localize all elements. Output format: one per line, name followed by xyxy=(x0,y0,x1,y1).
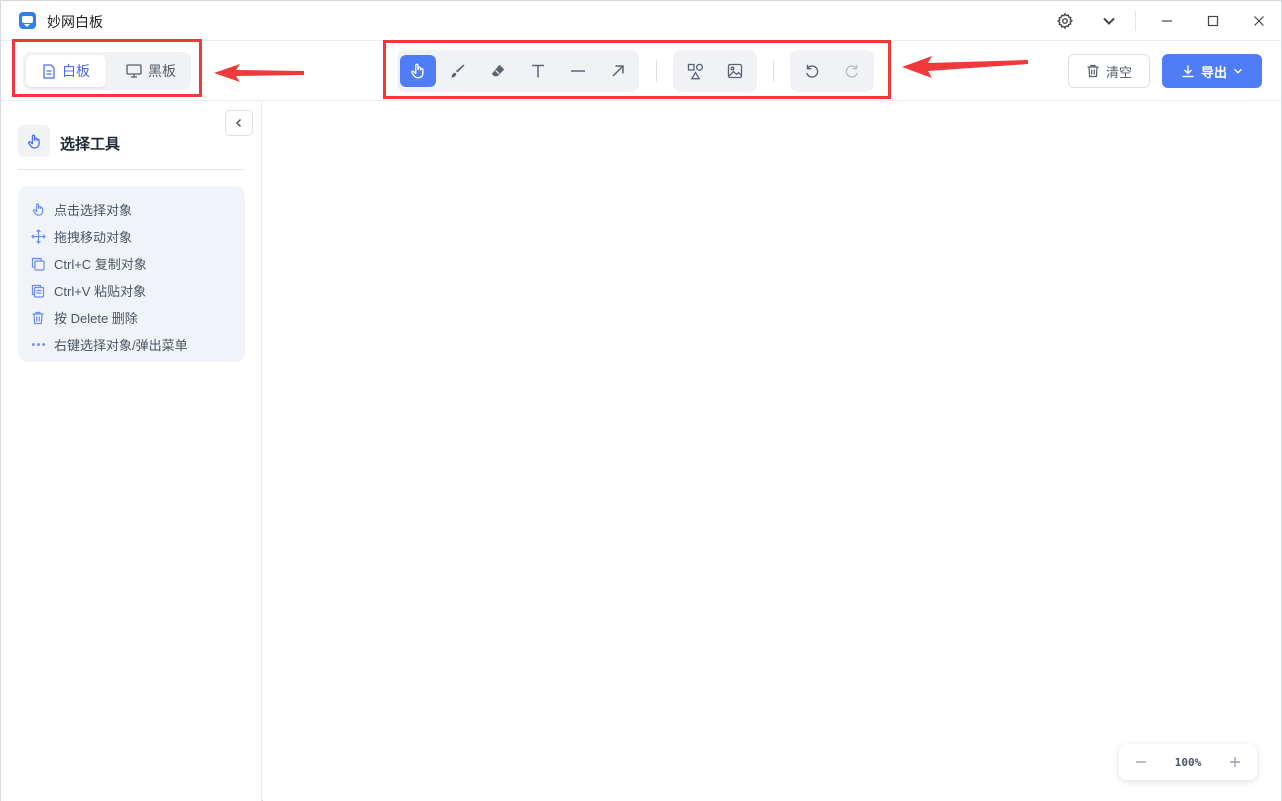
minimize-button[interactable] xyxy=(1152,7,1182,35)
select-tool-button[interactable] xyxy=(400,55,436,87)
drawing-tools-group xyxy=(397,50,639,92)
app-logo-icon xyxy=(19,12,36,29)
redo-icon xyxy=(845,64,858,78)
list-item: 拖拽移动对象 xyxy=(30,223,245,250)
line-tool-button[interactable] xyxy=(560,55,596,87)
current-tool-icon-box xyxy=(18,125,50,157)
redo-button[interactable] xyxy=(834,55,870,87)
tip-text: 拖拽移动对象 xyxy=(54,230,133,245)
list-item: Ctrl+V 粘贴对象 xyxy=(30,277,245,304)
zoom-level: 100% xyxy=(1174,755,1202,769)
close-button[interactable] xyxy=(1244,7,1274,35)
tip-text: Ctrl+C 复制对象 xyxy=(54,257,147,272)
brush-tool-button[interactable] xyxy=(440,55,476,87)
undo-icon xyxy=(806,64,819,78)
paste-icon xyxy=(31,284,45,298)
app-title: 妙网白板 xyxy=(47,14,103,30)
hand-pointer-icon xyxy=(32,203,43,216)
export-label: 导出 xyxy=(1200,64,1227,80)
arrow-tool-button[interactable] xyxy=(600,55,636,87)
download-icon xyxy=(1182,65,1194,78)
monitor-icon xyxy=(126,64,142,78)
move-icon xyxy=(30,229,46,244)
toolbar-divider xyxy=(773,60,774,82)
hand-pointer-icon xyxy=(411,63,424,79)
zoom-out-button[interactable] xyxy=(1131,752,1151,772)
maximize-icon xyxy=(1207,15,1219,27)
chevron-left-icon xyxy=(235,118,242,128)
text-tool-button[interactable] xyxy=(520,55,556,87)
more-icon xyxy=(31,343,45,346)
sidebar-divider xyxy=(18,169,245,170)
export-button[interactable]: 导出 xyxy=(1162,54,1262,88)
tip-text: 右键选择对象/弹出菜单 xyxy=(54,338,188,353)
list-item: Ctrl+C 复制对象 xyxy=(30,250,245,277)
tip-text: Ctrl+V 粘贴对象 xyxy=(54,284,147,299)
mode-switcher: 白板 黑板 xyxy=(23,52,191,90)
main-toolbar: 白板 黑板 清空 导出 xyxy=(1,41,1281,101)
image-icon xyxy=(727,63,743,79)
eraser-icon xyxy=(491,64,505,77)
hand-pointer-icon xyxy=(27,133,40,149)
line-icon xyxy=(571,70,585,72)
tool-tips-panel: 点击选择对象 拖拽移动对象 Ctrl+C 复制对象 Ctrl+V 粘贴对象 按 … xyxy=(18,186,245,362)
text-icon xyxy=(532,64,544,78)
maximize-button[interactable] xyxy=(1198,7,1228,35)
title-separator xyxy=(1135,11,1136,31)
blackboard-mode-label: 黑板 xyxy=(148,63,176,79)
insert-tools-group xyxy=(673,50,757,92)
clear-label: 清空 xyxy=(1105,64,1132,80)
trash-icon xyxy=(1087,64,1099,78)
gear-icon xyxy=(1057,12,1074,30)
document-icon xyxy=(43,63,55,79)
eraser-tool-button[interactable] xyxy=(480,55,516,87)
arrow-icon xyxy=(612,65,624,77)
zoom-in-button[interactable] xyxy=(1225,752,1245,772)
chevron-down-icon xyxy=(1233,68,1243,74)
current-tool-title: 选择工具 xyxy=(60,136,121,153)
clear-button[interactable]: 清空 xyxy=(1068,54,1150,88)
history-tools-group xyxy=(790,50,874,92)
dropdown-button[interactable] xyxy=(1094,7,1124,35)
trash-icon xyxy=(32,311,44,324)
whiteboard-mode-label: 白板 xyxy=(62,63,90,79)
list-item: 按 Delete 删除 xyxy=(30,304,245,331)
app-window: 妙网白板 白板 黑板 清空 导出 选择工具 点击选择对象 拖拽移动对象 Ctrl… xyxy=(0,0,1282,801)
list-item: 点击选择对象 xyxy=(30,196,245,223)
close-icon xyxy=(1254,16,1264,26)
minimize-icon xyxy=(1162,20,1172,22)
tip-text: 按 Delete 删除 xyxy=(54,311,138,326)
copy-icon xyxy=(31,257,45,271)
whiteboard-mode-button[interactable]: 白板 xyxy=(26,55,106,87)
plus-icon xyxy=(1230,757,1240,767)
undo-button[interactable] xyxy=(794,55,830,87)
image-tool-button[interactable] xyxy=(717,55,753,87)
minus-icon xyxy=(1136,761,1146,763)
shapes-tool-button[interactable] xyxy=(677,55,713,87)
brush-icon xyxy=(451,64,465,78)
zoom-control: 100% xyxy=(1119,744,1257,780)
chevron-down-icon xyxy=(1103,17,1115,25)
shapes-icon xyxy=(687,63,703,79)
list-item: 右键选择对象/弹出菜单 xyxy=(30,331,245,358)
settings-button[interactable] xyxy=(1050,7,1080,35)
drawing-canvas[interactable] xyxy=(263,102,1281,801)
toolbar-divider xyxy=(656,60,657,82)
blackboard-mode-button[interactable]: 黑板 xyxy=(114,55,188,87)
tip-text: 点击选择对象 xyxy=(54,203,133,218)
title-bar: 妙网白板 xyxy=(1,1,1281,41)
collapse-sidebar-button[interactable] xyxy=(225,110,253,136)
tool-help-sidebar: 选择工具 点击选择对象 拖拽移动对象 Ctrl+C 复制对象 Ctrl+V 粘贴… xyxy=(1,102,262,801)
